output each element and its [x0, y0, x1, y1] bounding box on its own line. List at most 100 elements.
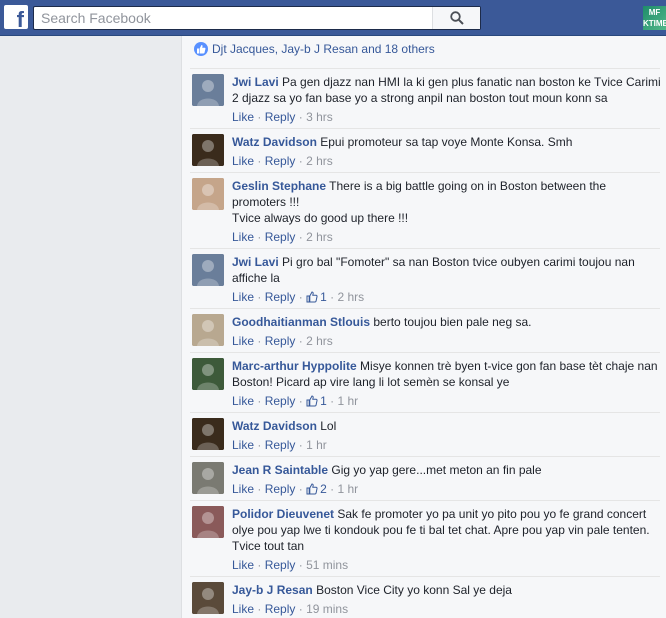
separator-dot: ·	[257, 438, 262, 452]
comment-timestamp[interactable]: 2 hrs	[337, 290, 364, 304]
separator-dot: ·	[298, 558, 303, 572]
avatar[interactable]	[192, 358, 224, 390]
user-photo-icon	[192, 358, 224, 390]
comment-body: Polidor Dieuvenet Sak fe promoter yo pa …	[232, 506, 662, 573]
commenter-name[interactable]: Watz Davidson	[232, 419, 317, 433]
facebook-logo-icon[interactable]: f	[4, 5, 28, 29]
comment-timestamp[interactable]: 51 mins	[306, 558, 348, 572]
commenter-name[interactable]: Goodhaitianman Stlouis	[232, 315, 370, 329]
like-count[interactable]: 2	[306, 482, 327, 496]
comment-actions: Like · Reply · 1 hr	[232, 437, 662, 453]
comment-actions: Like · Reply · 1 · 1 hr	[232, 393, 662, 411]
like-button[interactable]: Like	[232, 438, 254, 452]
search-input[interactable]	[34, 7, 434, 29]
like-button[interactable]: Like	[232, 558, 254, 572]
separator-dot: ·	[257, 394, 262, 408]
like-button[interactable]: Like	[232, 394, 254, 408]
avatar[interactable]	[192, 74, 224, 106]
comment-content: Goodhaitianman Stlouis berto toujou bien…	[232, 314, 662, 330]
reply-button[interactable]: Reply	[265, 482, 296, 496]
comment-timestamp[interactable]: 19 mins	[306, 602, 348, 616]
commenter-name[interactable]: Jean R Saintable	[232, 463, 328, 477]
comment-actions: Like · Reply · 2 · 1 hr	[232, 481, 662, 499]
comment-timestamp[interactable]: 2 hrs	[306, 154, 333, 168]
like-button[interactable]: Like	[232, 602, 254, 616]
like-reaction-icon	[194, 42, 208, 56]
comment-divider	[190, 68, 660, 69]
separator-dot: ·	[298, 438, 303, 452]
comment-body: Jwi Lavi Pa gen djazz nan HMI la ki gen …	[232, 74, 662, 125]
comment-content: Jwi Lavi Pa gen djazz nan HMI la ki gen …	[232, 74, 662, 106]
commenter-name[interactable]: Polidor Dieuvenet	[232, 507, 334, 521]
like-count[interactable]: 1	[306, 290, 327, 304]
comment-timestamp[interactable]: 2 hrs	[306, 334, 333, 348]
commenter-name[interactable]: Marc-arthur Hyppolite	[232, 359, 357, 373]
comment-body: Geslin Stephane There is a big battle go…	[232, 178, 662, 245]
commenter-name[interactable]: Watz Davidson	[232, 135, 317, 149]
user-photo-icon	[192, 178, 224, 210]
avatar[interactable]	[192, 462, 224, 494]
comment-actions: Like · Reply · 2 hrs	[232, 153, 662, 169]
avatar[interactable]	[192, 418, 224, 450]
comment-content: Jay-b J Resan Boston Vice City yo konn S…	[232, 582, 662, 598]
avatar[interactable]	[192, 178, 224, 210]
separator-dot: ·	[298, 230, 303, 244]
comment-actions: Like · Reply · 2 hrs	[232, 229, 662, 245]
comment-body: Jwi Lavi Pi gro bal "Fomoter" sa nan Bos…	[232, 254, 662, 307]
like-button[interactable]: Like	[232, 482, 254, 496]
thumbs-up-icon	[306, 395, 318, 411]
comments-panel: Djt Jacques, Jay-b J Resan and 18 others…	[181, 36, 666, 618]
likes-names-link[interactable]: Djt Jacques, Jay-b J Resan and 18 others	[212, 42, 435, 56]
separator-dot: ·	[298, 602, 303, 616]
comment-timestamp[interactable]: 1 hr	[306, 438, 327, 452]
like-button[interactable]: Like	[232, 290, 254, 304]
reply-button[interactable]: Reply	[265, 154, 296, 168]
user-photo-icon	[192, 74, 224, 106]
reply-button[interactable]: Reply	[265, 438, 296, 452]
comment-timestamp[interactable]: 3 hrs	[306, 110, 333, 124]
like-count[interactable]: 1	[306, 394, 327, 408]
commenter-name[interactable]: Jwi Lavi	[232, 255, 279, 269]
comment-timestamp[interactable]: 1 hr	[337, 482, 358, 496]
reply-button[interactable]: Reply	[265, 602, 296, 616]
commenter-name[interactable]: Geslin Stephane	[232, 179, 326, 193]
reply-button[interactable]: Reply	[265, 394, 296, 408]
reply-button[interactable]: Reply	[265, 558, 296, 572]
avatar[interactable]	[192, 134, 224, 166]
separator-dot: ·	[257, 602, 262, 616]
comment-divider	[190, 128, 660, 129]
reply-button[interactable]: Reply	[265, 230, 296, 244]
comment-content: Geslin Stephane There is a big battle go…	[232, 178, 662, 226]
user-photo-icon	[192, 462, 224, 494]
search-button[interactable]	[432, 7, 480, 29]
reply-button[interactable]: Reply	[265, 334, 296, 348]
separator-dot: ·	[298, 290, 303, 304]
thumbs-up-icon	[306, 291, 318, 307]
commenter-name[interactable]: Jwi Lavi	[232, 75, 279, 89]
comment-timestamp[interactable]: 1 hr	[337, 394, 358, 408]
app-shortcut-icon[interactable]: MF KTIME	[643, 6, 666, 30]
separator-dot: ·	[257, 334, 262, 348]
reply-button[interactable]: Reply	[265, 290, 296, 304]
commenter-name[interactable]: Jay-b J Resan	[232, 583, 313, 597]
like-button[interactable]: Like	[232, 154, 254, 168]
like-count-value: 1	[320, 394, 327, 408]
like-button[interactable]: Like	[232, 334, 254, 348]
separator-dot: ·	[257, 154, 262, 168]
comment-actions: Like · Reply · 51 mins	[232, 557, 662, 573]
likes-summary[interactable]: Djt Jacques, Jay-b J Resan and 18 others	[194, 40, 435, 58]
like-button[interactable]: Like	[232, 230, 254, 244]
avatar[interactable]	[192, 506, 224, 538]
comment-divider	[190, 172, 660, 173]
user-photo-icon	[192, 314, 224, 346]
top-bar: f MF KTIME	[0, 0, 666, 36]
comment-body: Jay-b J Resan Boston Vice City yo konn S…	[232, 582, 662, 617]
comment-text: Boston Vice City yo konn Sal ye deja	[316, 583, 512, 597]
avatar[interactable]	[192, 314, 224, 346]
avatar[interactable]	[192, 582, 224, 614]
avatar[interactable]	[192, 254, 224, 286]
comment-timestamp[interactable]: 2 hrs	[306, 230, 333, 244]
like-button[interactable]: Like	[232, 110, 254, 124]
reply-button[interactable]: Reply	[265, 110, 296, 124]
comment-divider	[190, 500, 660, 501]
